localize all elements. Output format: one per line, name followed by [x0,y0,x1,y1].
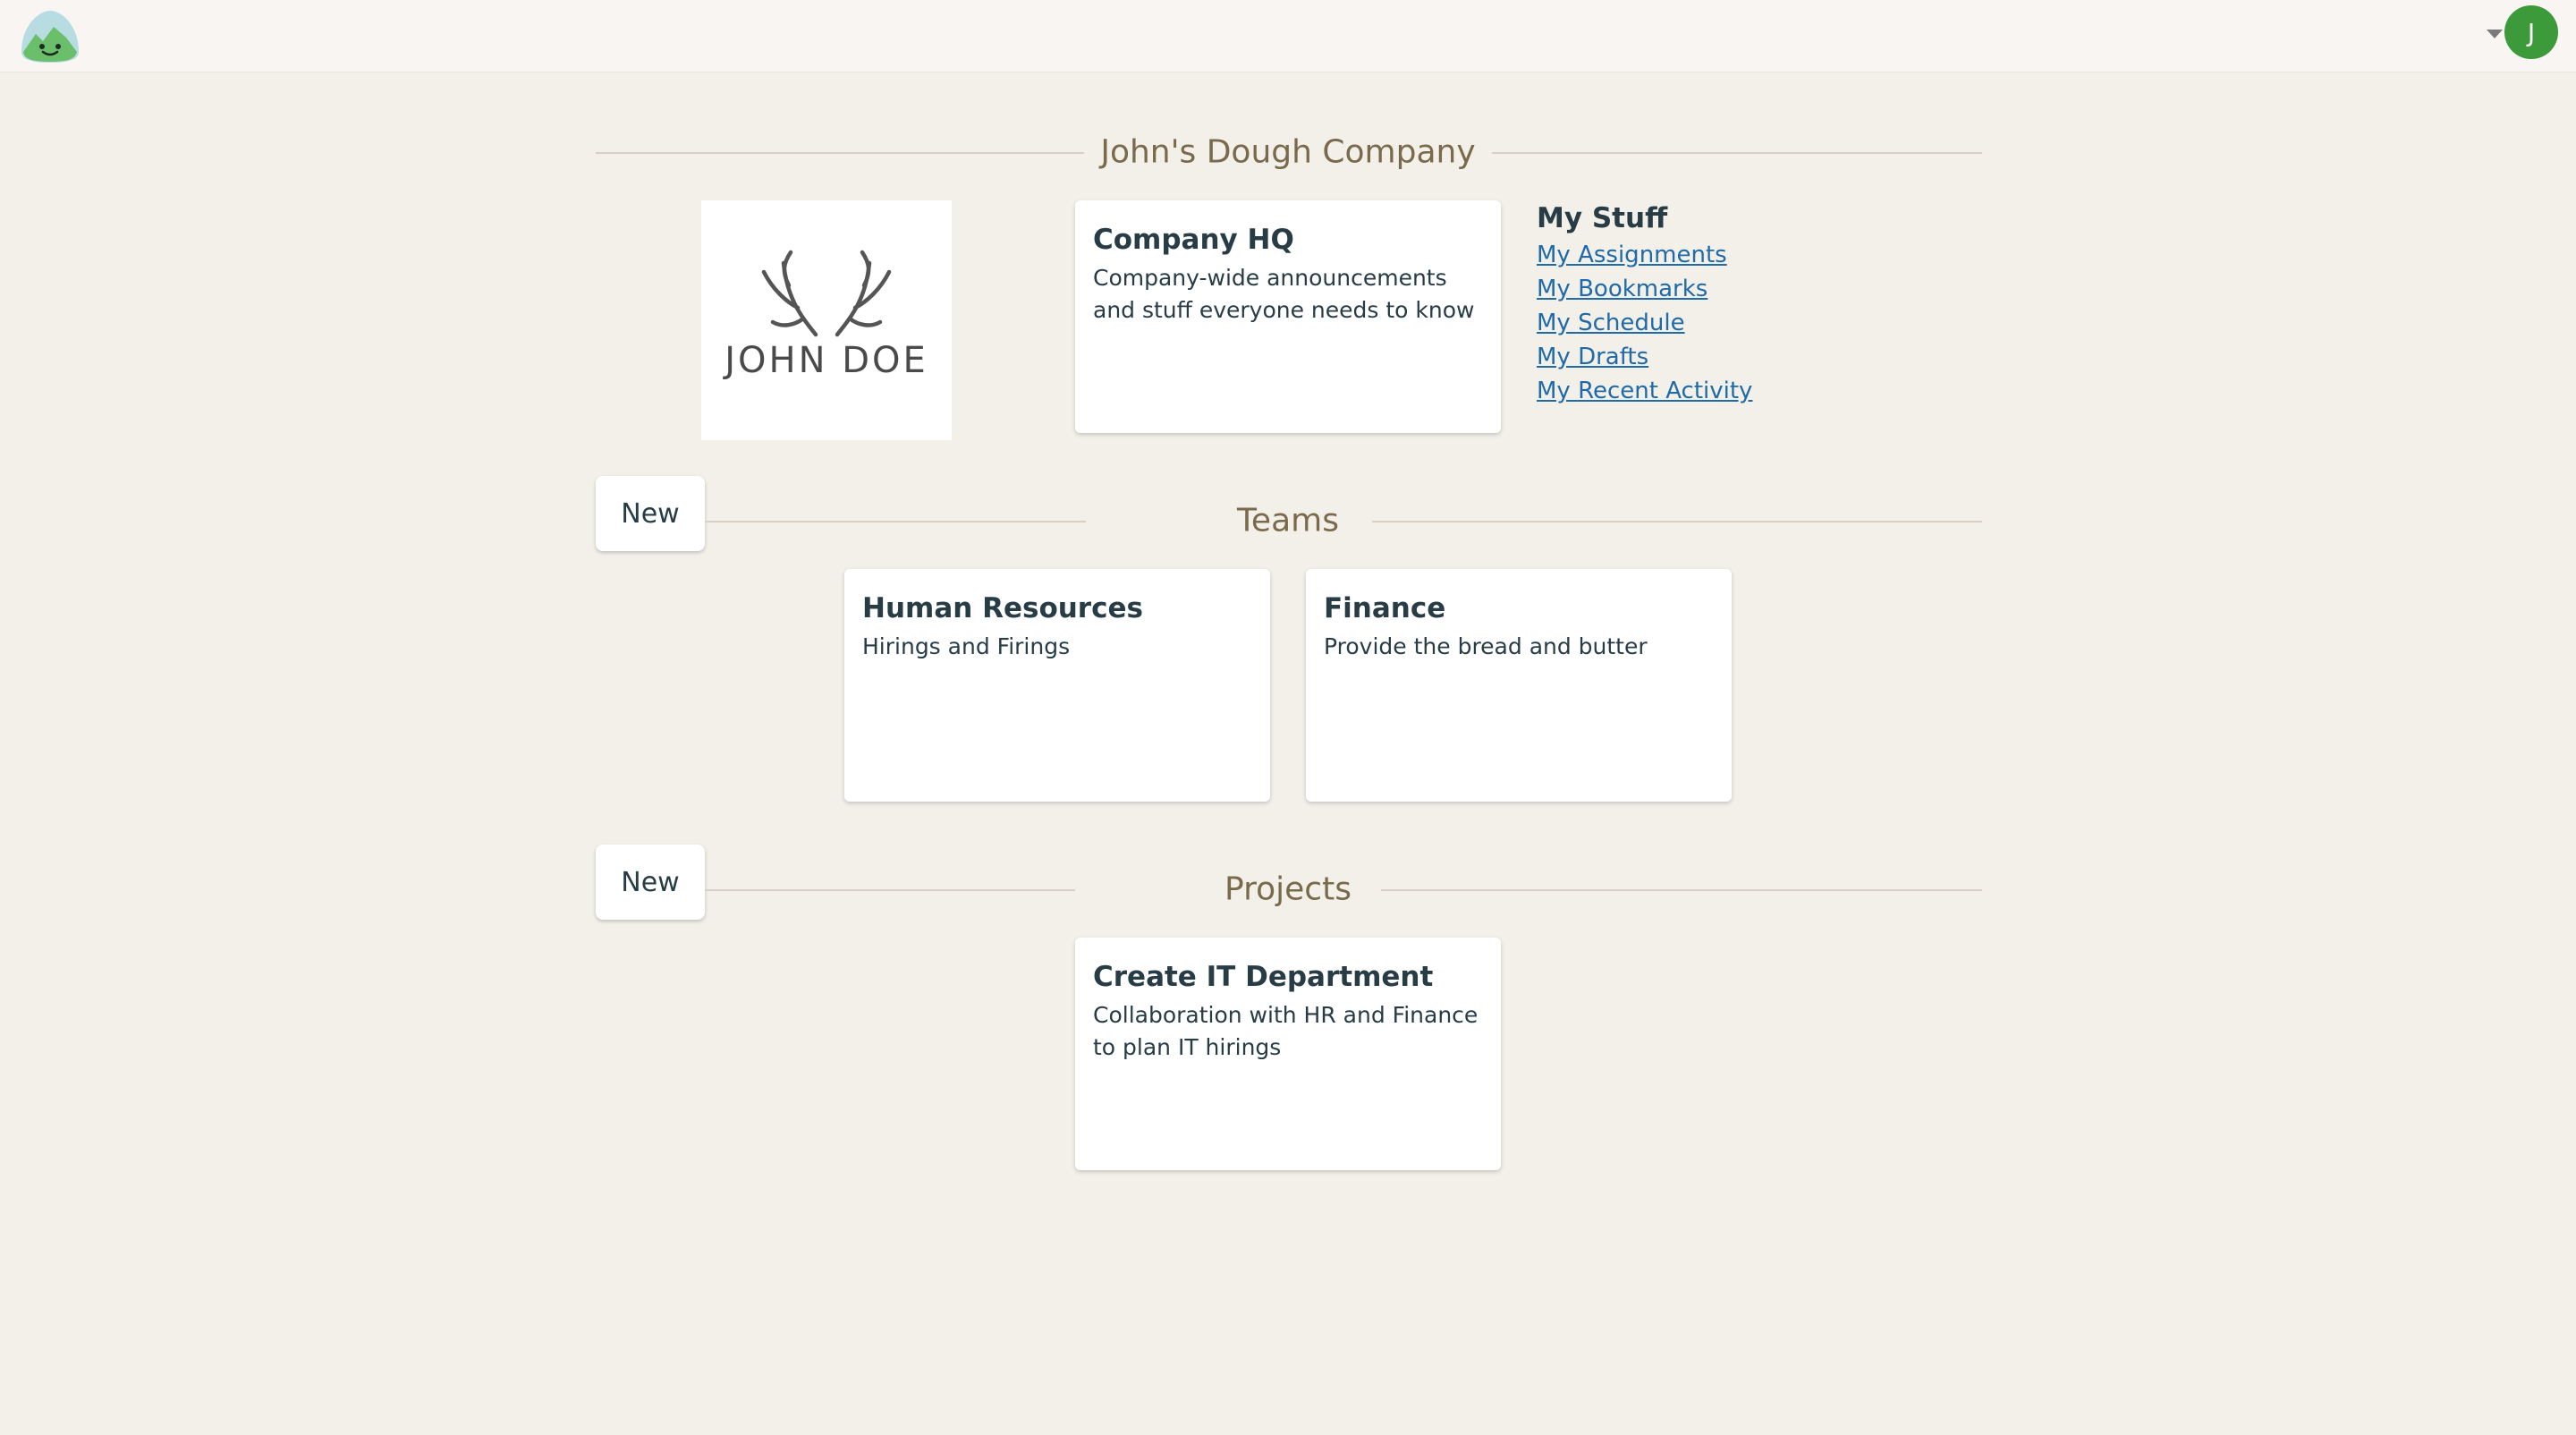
card-description: Provide the bread and butter [1324,633,1648,660]
my-stuff-title: My Stuff [1537,202,1668,234]
avatar[interactable]: J [2504,5,2558,59]
team-card-human-resources[interactable]: Human Resources Hirings and Firings [844,569,1270,802]
project-card-create-it-department[interactable]: Create IT Department Collaboration with … [1075,938,1501,1170]
antlers-logo-icon: JOHN DOE [722,250,928,381]
projects-divider: Projects [596,862,1982,916]
card-description: Collaboration with HR and Finance to pla… [1093,1002,1479,1061]
teams-heading: Teams [1237,502,1339,539]
company-divider: John's Dough Company [596,125,1982,179]
account-menu[interactable]: J [2487,5,2558,59]
my-assignments-link[interactable]: My Assignments [1537,238,1752,272]
top-bar: J [0,0,2576,72]
my-bookmarks-link[interactable]: My Bookmarks [1537,272,1752,306]
card-title: Create IT Department [1093,961,1434,993]
basecamp-logo-icon[interactable] [16,7,84,64]
my-schedule-link[interactable]: My Schedule [1537,306,1752,340]
divider-line [705,521,1086,522]
teams-divider: Teams [596,494,1982,548]
company-name: John's Dough Company [1100,133,1476,171]
divider-line [1372,521,1982,522]
projects-heading: Projects [1224,870,1352,908]
logo-text: JOHN DOE [722,340,928,381]
my-stuff-panel: My Stuff My Assignments My Bookmarks My … [1537,202,1752,408]
card-title: Finance [1324,592,1446,624]
my-recent-activity-link[interactable]: My Recent Activity [1537,374,1752,408]
card-title: Human Resources [862,592,1143,624]
my-drafts-link[interactable]: My Drafts [1537,340,1752,374]
divider-line [596,152,1084,154]
divider-line [1381,889,1982,891]
card-description: Company-wide announcements and stuff eve… [1093,265,1475,324]
divider-line [1492,152,1982,154]
chevron-down-icon[interactable] [2487,30,2503,38]
team-card-finance[interactable]: Finance Provide the bread and butter [1306,569,1732,802]
card-title: Company HQ [1093,224,1294,256]
company-hq-card[interactable]: Company HQ Company-wide announcements an… [1075,200,1501,433]
card-description: Hirings and Firings [862,633,1071,660]
company-logo: JOHN DOE [701,200,952,440]
divider-line [705,889,1075,891]
